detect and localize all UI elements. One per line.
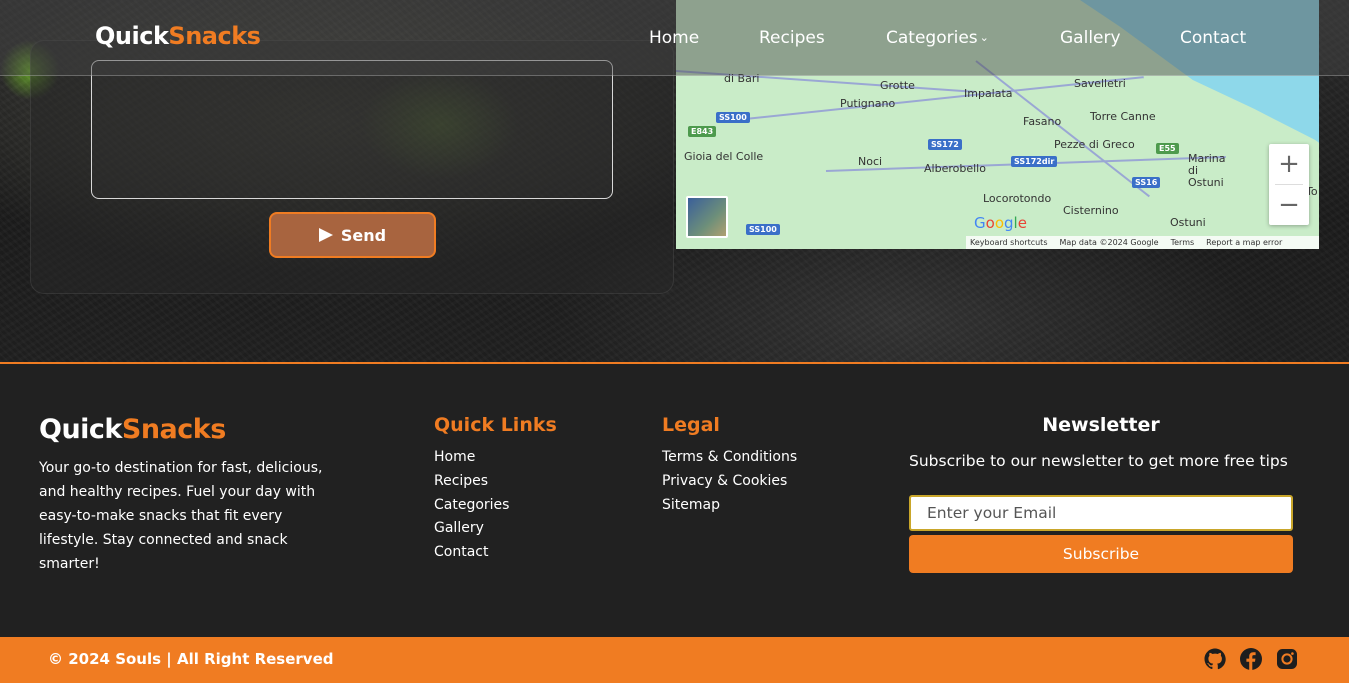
- footer-link-privacy[interactable]: Privacy & Cookies: [662, 470, 797, 494]
- map-town-label: Gioia del Colle: [684, 150, 764, 163]
- map-town-label: Putignano: [840, 97, 896, 110]
- map-road-shield: E843: [688, 126, 717, 137]
- keyboard-shortcuts-link[interactable]: Keyboard shortcuts: [970, 238, 1047, 247]
- map-town-label: Locorotondo: [983, 192, 1052, 205]
- google-logo: Google: [974, 214, 1027, 232]
- map-road-shield: SS100: [746, 224, 780, 235]
- footer-brand-part1: Quick: [39, 414, 122, 445]
- github-icon[interactable]: [1203, 647, 1227, 671]
- footer-link-contact[interactable]: Contact: [434, 541, 509, 565]
- footer-description: Your go-to destination for fast, delicio…: [39, 460, 323, 572]
- message-textarea[interactable]: [91, 60, 613, 199]
- newsletter-description: Subscribe to our newsletter to get more …: [909, 452, 1288, 470]
- map-attribution: Keyboard shortcuts Map data ©2024 Google…: [966, 236, 1319, 249]
- footer-link-sitemap[interactable]: Sitemap: [662, 494, 797, 518]
- subscribe-button[interactable]: Subscribe: [909, 535, 1293, 573]
- legal-list: Terms & Conditions Privacy & Cookies Sit…: [662, 446, 797, 517]
- brand-logo[interactable]: QuickSnacks: [95, 22, 261, 50]
- send-button-label: Send: [340, 225, 387, 245]
- zoom-in-button[interactable]: +: [1269, 144, 1309, 184]
- map-road-shield: SS172: [928, 139, 962, 150]
- chevron-down-icon: ⌄: [979, 31, 989, 44]
- copyright-bar: © 2024 Souls | All Right Reserved: [0, 637, 1349, 683]
- map-town-label: Impalata: [964, 87, 1013, 100]
- map-road-shield: SS172dir: [1011, 156, 1058, 167]
- footer-brand-logo: QuickSnacks: [39, 414, 226, 445]
- nav-item-home[interactable]: Home: [649, 28, 699, 48]
- map-town-label: Grotte: [880, 79, 915, 92]
- send-button[interactable]: Send: [269, 212, 436, 258]
- map-town-label: Torre Canne: [1090, 110, 1156, 123]
- nav-item-recipes[interactable]: Recipes: [759, 28, 825, 48]
- facebook-icon[interactable]: [1239, 647, 1263, 671]
- map-road-shield: SS100: [716, 112, 750, 123]
- map-zoom-control: + −: [1269, 144, 1309, 225]
- legal-heading: Legal: [662, 414, 720, 436]
- terms-link[interactable]: Terms: [1171, 238, 1195, 247]
- site-footer: QuickSnacks Your go-to destination for f…: [0, 362, 1349, 637]
- quick-links-heading: Quick Links: [434, 414, 557, 436]
- map-town-label: Pezze di Greco: [1054, 138, 1135, 151]
- footer-link-recipes[interactable]: Recipes: [434, 470, 509, 494]
- instagram-icon[interactable]: [1275, 647, 1299, 671]
- map-data-text: Map data ©2024 Google: [1059, 238, 1159, 247]
- map-town-label: Noci: [858, 155, 883, 168]
- nav-item-categories[interactable]: Categories ⌄: [886, 28, 989, 48]
- map-road-shield: SS16: [1132, 177, 1161, 188]
- nav-item-contact[interactable]: Contact: [1180, 28, 1246, 48]
- map-town-label: Alberobello: [924, 162, 986, 175]
- quick-links-list: Home Recipes Categories Gallery Contact: [434, 446, 509, 565]
- footer-brand-part2: Snacks: [121, 414, 226, 445]
- footer-link-gallery[interactable]: Gallery: [434, 517, 509, 541]
- nav-item-gallery[interactable]: Gallery: [1060, 28, 1121, 48]
- footer-link-home[interactable]: Home: [434, 446, 509, 470]
- map-town-label: Marina di Ostuni: [1188, 152, 1226, 189]
- footer-link-terms[interactable]: Terms & Conditions: [662, 446, 797, 470]
- zoom-out-button[interactable]: −: [1269, 185, 1309, 225]
- brand-part1: Quick: [95, 22, 169, 50]
- copyright-text: © 2024 Souls | All Right Reserved: [48, 650, 334, 668]
- newsletter-heading: Newsletter: [1042, 414, 1160, 436]
- map-town-label: Ostuni: [1170, 216, 1206, 229]
- report-map-error-link[interactable]: Report a map error: [1206, 238, 1282, 247]
- newsletter-email-input[interactable]: [909, 495, 1293, 531]
- brand-part2: Snacks: [168, 22, 261, 50]
- nav-item-categories-label: Categories: [886, 28, 978, 48]
- map-road-shield: E55: [1156, 143, 1179, 154]
- paper-plane-icon: [318, 228, 333, 242]
- navbar: QuickSnacks Home Recipes Categories ⌄ Gal…: [0, 0, 1349, 76]
- map-town-label: Fasano: [1023, 115, 1062, 128]
- footer-link-categories[interactable]: Categories: [434, 494, 509, 518]
- map-town-label: Cisternino: [1063, 204, 1119, 217]
- map-layer-toggle[interactable]: [686, 196, 728, 238]
- map-town-label: Savelletri: [1074, 77, 1126, 90]
